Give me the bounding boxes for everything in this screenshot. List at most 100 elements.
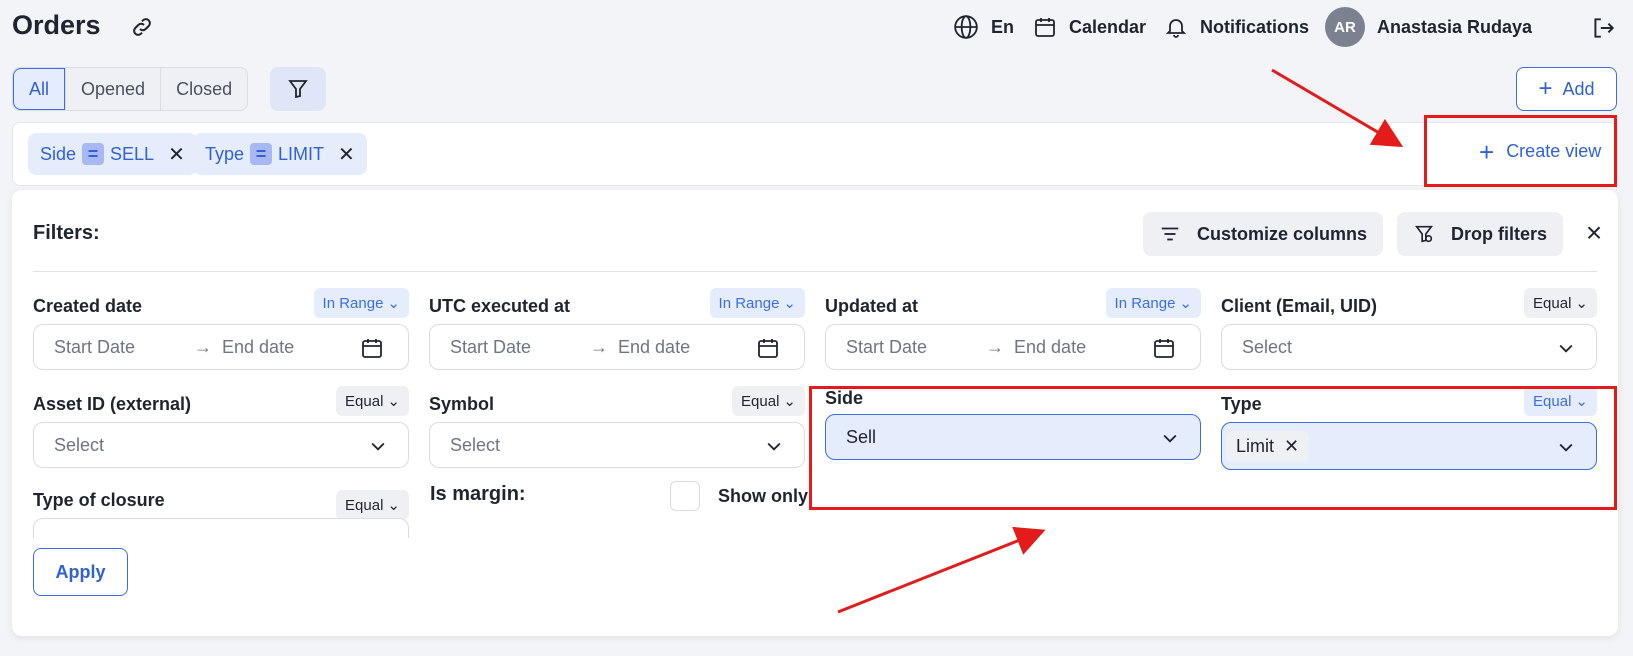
operator-select[interactable]: In Range ⌄ (1105, 288, 1201, 318)
field-label: Symbol (429, 394, 495, 414)
operator-label: In Range (718, 294, 780, 312)
annotation-box-side-type (809, 386, 1617, 510)
language-selector[interactable]: En (953, 12, 1014, 42)
field-label: UTC executed at (429, 296, 571, 316)
remove-chip-icon[interactable]: ✕ (168, 142, 185, 167)
date-range-input[interactable]: Start Date → End date (429, 324, 805, 370)
tab-all[interactable]: All (13, 68, 66, 110)
client-select[interactable]: Select (1221, 324, 1597, 370)
globe-icon (954, 15, 978, 39)
language-label: En (991, 16, 1015, 37)
chevron-down-icon: ⌄ (387, 393, 400, 410)
chevron-down-icon (1559, 344, 1573, 353)
field-label: Updated at (825, 296, 919, 316)
equals-icon: = (82, 143, 105, 165)
annotation-box-create-view (1424, 115, 1617, 187)
calendar-icon[interactable] (756, 336, 780, 360)
chevron-down-icon: ⌄ (387, 295, 400, 312)
calendar-link[interactable]: Calendar (1033, 12, 1146, 42)
start-date-placeholder: Start Date (846, 336, 928, 357)
calendar-icon (1035, 18, 1055, 37)
active-filters-bar: Side = SELL ✕ Type = LIMIT ✕ + Create vi… (12, 122, 1618, 186)
chevron-down-icon: ⌄ (783, 393, 796, 410)
operator-label: Equal (741, 392, 780, 410)
funnel-clear-icon (1415, 225, 1433, 243)
field-label: Client (Email, UID) (1221, 296, 1378, 316)
operator-label: Equal (345, 496, 384, 514)
select-placeholder: Select (1242, 336, 1293, 357)
chevron-down-icon (371, 442, 385, 451)
select-placeholder: Select (450, 434, 501, 455)
status-tabs: All Opened Closed (12, 67, 249, 111)
top-header: Orders En Calendar Notifications AR Anas… (0, 0, 1633, 56)
show-only-checkbox[interactable] (670, 481, 700, 511)
close-icon[interactable]: × (1581, 219, 1607, 247)
filter-type-of-closure: Type of closure Equal ⌄ (33, 490, 409, 538)
calendar-label: Calendar (1069, 16, 1147, 37)
apply-button[interactable]: Apply (33, 548, 128, 596)
divider (33, 271, 1597, 272)
user-name: Anastasia Rudaya (1377, 16, 1533, 37)
date-range-input[interactable]: Start Date → End date (825, 324, 1201, 370)
operator-label: In Range (322, 294, 384, 312)
operator-select[interactable]: In Range ⌄ (313, 288, 409, 318)
customize-columns-label: Customize columns (1197, 223, 1368, 244)
remove-chip-icon[interactable]: ✕ (338, 142, 355, 167)
end-date-placeholder: → End date (986, 336, 1087, 357)
end-date-placeholder: → End date (590, 336, 691, 357)
operator-select[interactable]: In Range ⌄ (709, 288, 805, 318)
add-button[interactable]: + Add (1516, 67, 1617, 111)
operator-select[interactable]: Equal ⌄ (732, 386, 805, 416)
drop-filters-button[interactable]: Drop filters (1397, 212, 1564, 256)
date-range-input[interactable]: Start Date → End date (33, 324, 409, 370)
funnel-icon (288, 80, 308, 99)
customize-columns-button[interactable]: Customize columns (1143, 212, 1384, 256)
plus-icon: + (1538, 75, 1553, 102)
link-icon[interactable] (130, 15, 154, 39)
chip-value: SELL (110, 143, 155, 164)
field-label: Created date (33, 296, 143, 316)
operator-select[interactable]: Equal ⌄ (336, 490, 409, 520)
filters-title: Filters: (33, 222, 100, 244)
page-title: Orders (12, 10, 101, 40)
calendar-icon[interactable] (1152, 336, 1176, 360)
tab-closed[interactable]: Closed (160, 68, 247, 110)
type-of-closure-select[interactable] (33, 518, 409, 538)
add-label: Add (1562, 78, 1595, 99)
field-label: Type of closure (33, 490, 165, 510)
user-menu[interactable]: AR Anastasia Rudaya (1325, 7, 1532, 47)
chip-field: Side (40, 143, 77, 164)
filter-chip-type[interactable]: Type = LIMIT ✕ (193, 133, 367, 175)
end-date-placeholder: → End date (194, 336, 295, 357)
calendar-icon[interactable] (360, 336, 384, 360)
operator-label: In Range (1114, 294, 1176, 312)
bell-icon (1165, 19, 1187, 38)
operator-select[interactable]: Equal ⌄ (1524, 288, 1597, 318)
chevron-down-icon: ⌄ (783, 295, 796, 312)
notifications-link[interactable]: Notifications (1164, 12, 1309, 42)
is-margin-label: Is margin: (430, 483, 526, 505)
logout-icon[interactable] (1590, 15, 1616, 41)
field-label: Asset ID (external) (33, 394, 192, 414)
sort-lines-icon (1161, 227, 1179, 241)
chevron-down-icon: ⌄ (387, 497, 400, 514)
equals-icon: = (250, 143, 273, 165)
operator-select[interactable]: Equal ⌄ (336, 386, 409, 416)
chevron-down-icon: ⌄ (1575, 295, 1588, 312)
chip-value: LIMIT (278, 143, 325, 164)
filter-chip-side[interactable]: Side = SELL ✕ (28, 133, 197, 175)
filter-toggle-button[interactable] (270, 67, 326, 111)
start-date-placeholder: Start Date (450, 336, 532, 357)
tab-opened[interactable]: Opened (65, 68, 160, 110)
chevron-down-icon (767, 442, 781, 451)
drop-filters-label: Drop filters (1451, 223, 1548, 244)
operator-label: Equal (1533, 294, 1572, 312)
symbol-select[interactable]: Select (429, 422, 805, 468)
operator-label: Equal (345, 392, 384, 410)
notifications-label: Notifications (1200, 16, 1310, 37)
asset-id-select[interactable]: Select (33, 422, 409, 468)
start-date-placeholder: Start Date (54, 336, 136, 357)
avatar: AR (1325, 7, 1365, 47)
chevron-down-icon: ⌄ (1179, 295, 1192, 312)
show-only-label: Show only (718, 486, 808, 506)
